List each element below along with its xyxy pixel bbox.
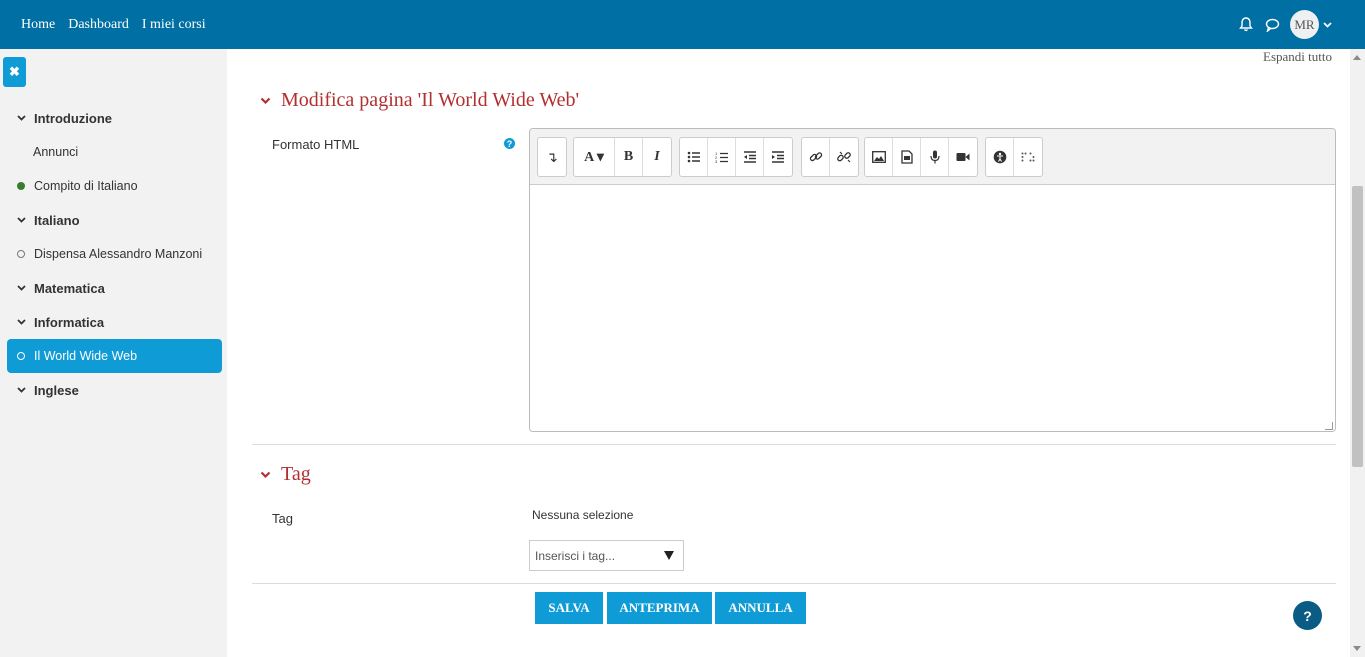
bullet-list-icon[interactable] xyxy=(680,138,708,176)
tag-input-select[interactable]: Inserisci i tag... xyxy=(529,540,684,571)
sidebar-section-matematica[interactable]: Matematica xyxy=(7,271,222,305)
top-navbar: Home Dashboard I miei corsi MR xyxy=(0,0,1365,49)
sidebar-section-italiano[interactable]: Italiano xyxy=(7,203,222,237)
section-divider xyxy=(252,583,1336,584)
sidebar-item-dispensa-manzoni[interactable]: Dispensa Alessandro Manzoni xyxy=(7,237,222,271)
bold-icon[interactable]: B xyxy=(615,138,643,176)
record-audio-icon[interactable] xyxy=(921,138,949,176)
section-header-tag[interactable]: Tag xyxy=(260,463,311,486)
toolbar-group-links xyxy=(801,137,859,177)
avatar[interactable]: MR xyxy=(1290,10,1319,39)
course-index-list: Introduzione Annunci Compito di Italiano… xyxy=(7,101,222,407)
indent-icon[interactable] xyxy=(764,138,792,176)
toolbar-group-lists: 123 xyxy=(679,137,793,177)
sidebar-section-informatica[interactable]: Informatica xyxy=(7,305,222,339)
main-content: Espandi tutto Modifica pagina 'Il World … xyxy=(227,49,1350,657)
chevron-down-icon xyxy=(17,217,26,223)
completion-todo-icon xyxy=(17,352,25,360)
top-nav: Home Dashboard I miei corsi xyxy=(21,17,206,33)
toolbar-group-style: A ▾ B I xyxy=(573,137,672,177)
accessibility-checker-icon[interactable] xyxy=(986,138,1014,176)
nav-my-courses-link[interactable]: I miei corsi xyxy=(142,17,206,33)
cancel-button[interactable]: ANNULLA xyxy=(715,592,806,624)
scrollbar-thumb[interactable] xyxy=(1352,186,1363,467)
record-video-icon[interactable] xyxy=(949,138,977,176)
resize-handle-icon[interactable] xyxy=(1325,422,1333,430)
section-header-edit[interactable]: Modifica pagina 'Il World Wide Web' xyxy=(260,89,579,112)
html-format-label: Formato HTML xyxy=(272,137,360,152)
chevron-down-icon xyxy=(17,319,26,325)
scroll-down-icon[interactable] xyxy=(1353,646,1361,651)
sidebar-item-label: Italiano xyxy=(34,212,80,228)
bell-icon[interactable] xyxy=(1238,17,1254,33)
sidebar-item-world-wide-web[interactable]: Il World Wide Web xyxy=(7,339,222,373)
preview-button[interactable]: ANTEPRIMA xyxy=(607,592,712,624)
media-icon[interactable] xyxy=(893,138,921,176)
top-right-tools: MR xyxy=(1238,10,1332,39)
editor-content-area[interactable] xyxy=(530,185,1335,431)
sidebar-item-label: Inglese xyxy=(34,382,79,398)
sidebar-section-inglese[interactable]: Inglese xyxy=(7,373,222,407)
help-icon[interactable]: ? xyxy=(504,138,515,149)
sidebar-item-label: Compito di Italiano xyxy=(34,179,138,193)
outdent-icon[interactable] xyxy=(736,138,764,176)
sidebar-item-annunci[interactable]: Annunci xyxy=(7,135,222,169)
sidebar-item-label: Dispensa Alessandro Manzoni xyxy=(34,247,203,261)
scroll-up-icon[interactable] xyxy=(1353,55,1361,60)
sidebar-item-label: Introduzione xyxy=(34,110,112,126)
html-editor: ↴ A ▾ B I 123 xyxy=(529,128,1336,432)
dropdown-caret-icon xyxy=(664,551,674,560)
editor-toolbar: ↴ A ▾ B I 123 xyxy=(530,129,1335,185)
tag-no-selection-text: Nessuna selezione xyxy=(532,508,634,522)
expand-all-link[interactable]: Espandi tutto xyxy=(1263,49,1332,65)
user-menu[interactable]: MR xyxy=(1290,10,1332,39)
sidebar-item-label: Il World Wide Web xyxy=(34,349,138,363)
section-title: Tag xyxy=(281,463,311,485)
completion-done-icon xyxy=(17,182,25,190)
link-icon[interactable] xyxy=(802,138,830,176)
toolbar-group-more: ↴ xyxy=(537,137,567,177)
tag-label: Tag xyxy=(272,511,293,526)
chevron-down-icon xyxy=(260,471,271,478)
sidebar-section-introduzione[interactable]: Introduzione xyxy=(7,101,222,135)
save-button[interactable]: SALVA xyxy=(535,592,603,624)
chat-icon[interactable] xyxy=(1264,17,1280,33)
image-icon[interactable] xyxy=(865,138,893,176)
toolbar-group-media xyxy=(864,137,978,177)
chevron-down-icon xyxy=(17,285,26,291)
svg-text:3: 3 xyxy=(715,159,718,164)
screenreader-helper-icon[interactable] xyxy=(1014,138,1042,176)
section-divider xyxy=(252,444,1336,445)
toolbar-group-accessibility xyxy=(985,137,1043,177)
show-more-icon[interactable]: ↴ xyxy=(538,138,566,176)
italic-icon[interactable]: I xyxy=(643,138,671,176)
sidebar-item-compito-italiano[interactable]: Compito di Italiano xyxy=(7,169,222,203)
chevron-down-icon xyxy=(17,115,26,121)
nav-home-link[interactable]: Home xyxy=(21,17,55,33)
tag-input-placeholder: Inserisci i tag... xyxy=(535,548,616,563)
sidebar-item-label: Informatica xyxy=(34,314,105,330)
chevron-down-icon xyxy=(260,97,271,104)
completion-todo-icon xyxy=(17,250,25,258)
chevron-down-icon xyxy=(17,387,26,393)
help-icon[interactable]: ? xyxy=(1293,601,1322,630)
sidebar-item-label: Annunci xyxy=(33,145,79,159)
sidebar-item-label: Matematica xyxy=(34,280,105,296)
page-scrollbar[interactable] xyxy=(1350,49,1365,657)
nav-dashboard-link[interactable]: Dashboard xyxy=(68,17,129,33)
font-style-icon[interactable]: A ▾ xyxy=(574,138,615,176)
close-drawer-button[interactable]: ✖ xyxy=(3,57,26,87)
close-icon: ✖ xyxy=(9,64,20,79)
unlink-icon[interactable] xyxy=(830,138,858,176)
section-title: Modifica pagina 'Il World Wide Web' xyxy=(281,89,580,111)
chevron-down-icon xyxy=(1323,21,1332,28)
course-index-drawer: ✖ Introduzione Annunci Compito di Italia… xyxy=(0,49,227,657)
numbered-list-icon[interactable]: 123 xyxy=(708,138,736,176)
